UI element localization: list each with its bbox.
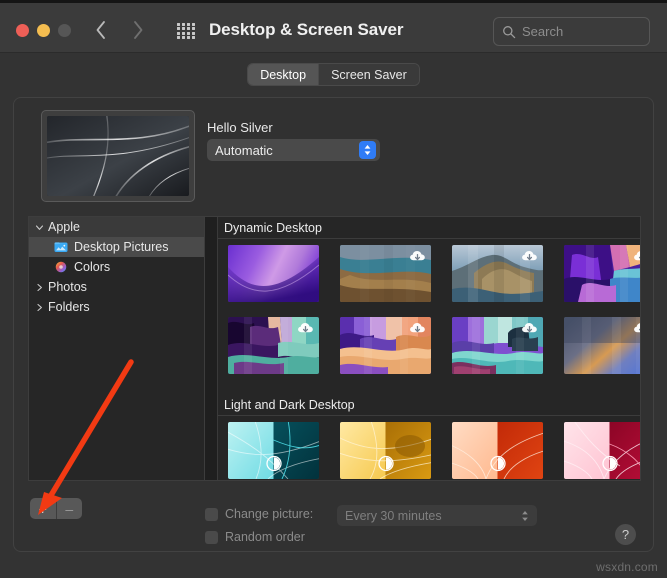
desktop-preview-thumbnail bbox=[47, 116, 189, 196]
navigation-buttons bbox=[93, 19, 146, 41]
random-order-row[interactable]: Random order bbox=[205, 530, 305, 544]
tab-screen-saver[interactable]: Screen Saver bbox=[318, 64, 419, 85]
minimize-button[interactable] bbox=[37, 24, 50, 37]
thumbnail-row bbox=[218, 317, 640, 374]
show-all-preferences-grid-icon[interactable] bbox=[177, 23, 195, 39]
chevron-right-icon[interactable] bbox=[33, 281, 45, 293]
search-icon bbox=[502, 25, 516, 39]
wallpaper-mode-value: Automatic bbox=[215, 142, 273, 158]
zoom-button[interactable] bbox=[58, 24, 71, 37]
random-order-label: Random order bbox=[225, 530, 305, 544]
up-down-stepper-icon[interactable] bbox=[359, 141, 376, 159]
site-watermark: wsxdn.com bbox=[596, 560, 658, 574]
wallpaper-big-sur-graphic-2[interactable] bbox=[340, 317, 431, 374]
chevron-down-icon[interactable] bbox=[33, 221, 45, 233]
light-dark-half-circle-icon[interactable] bbox=[265, 455, 282, 472]
sidebar-item-colors[interactable]: Colors bbox=[29, 257, 204, 277]
gallery-scroll-gutter[interactable] bbox=[205, 217, 218, 480]
light-dark-half-circle-icon[interactable] bbox=[377, 455, 394, 472]
chevron-right-icon[interactable] bbox=[33, 301, 45, 313]
sidebar-item-label: Desktop Pictures bbox=[74, 240, 169, 254]
help-button[interactable]: ? bbox=[615, 524, 636, 545]
window-titlebar: Desktop & Screen Saver Search bbox=[0, 3, 667, 53]
sidebar-item-apple[interactable]: Apple bbox=[29, 217, 204, 237]
wallpaper-hello-teal-light-dark[interactable] bbox=[228, 422, 319, 479]
search-placeholder: Search bbox=[522, 24, 564, 39]
change-picture-label: Change picture: bbox=[225, 507, 314, 521]
sidebar-item-desktop-pictures[interactable]: Desktop Pictures bbox=[29, 237, 204, 257]
sidebar-item-label: Apple bbox=[48, 220, 80, 234]
wallpaper-big-sur-graphic-1[interactable] bbox=[228, 317, 319, 374]
wallpaper-monterey-graphic-dynamic[interactable] bbox=[228, 245, 319, 302]
color-wheel-icon bbox=[54, 260, 68, 274]
cloud-download-icon[interactable] bbox=[632, 247, 640, 267]
wallpaper-gallery[interactable]: Dynamic Desktop Light and Dark Desktop bbox=[204, 216, 641, 481]
close-button[interactable] bbox=[16, 24, 29, 37]
thumbnail-row bbox=[218, 245, 640, 302]
cloud-download-icon[interactable] bbox=[408, 247, 428, 267]
traffic-light-buttons bbox=[16, 24, 71, 37]
source-sidebar[interactable]: Apple Desktop Pictures Colors Photos Fol… bbox=[28, 216, 204, 481]
wallpaper-monterey-abstract-dynamic[interactable] bbox=[564, 245, 640, 302]
change-interval-popup[interactable]: Every 30 minutes bbox=[337, 505, 537, 526]
forward-button[interactable] bbox=[130, 19, 146, 41]
wallpaper-solar-gradients[interactable] bbox=[564, 317, 640, 374]
desktop-pictures-folder-icon bbox=[54, 240, 68, 254]
add-folder-button[interactable]: + bbox=[30, 498, 56, 519]
change-picture-row[interactable]: Change picture: bbox=[205, 507, 313, 521]
wallpaper-big-sur-graphic-3[interactable] bbox=[452, 317, 543, 374]
sidebar-item-folders[interactable]: Folders bbox=[29, 297, 204, 317]
cloud-download-icon[interactable] bbox=[520, 247, 540, 267]
wallpaper-hello-pink-light-dark[interactable] bbox=[564, 422, 640, 479]
change-picture-checkbox[interactable] bbox=[205, 507, 218, 521]
cloud-download-icon[interactable] bbox=[632, 319, 640, 339]
sidebar-item-label: Folders bbox=[48, 300, 90, 314]
thumbnail-row bbox=[218, 422, 640, 479]
sidebar-item-photos[interactable]: Photos bbox=[29, 277, 204, 297]
section-header-dynamic-desktop: Dynamic Desktop bbox=[218, 217, 640, 239]
light-dark-half-circle-icon[interactable] bbox=[489, 455, 506, 472]
cloud-download-icon[interactable] bbox=[520, 319, 540, 339]
tab-desktop[interactable]: Desktop bbox=[248, 64, 319, 85]
current-wallpaper-preview[interactable] bbox=[41, 110, 195, 202]
add-remove-folder-segmented-control[interactable]: + – bbox=[30, 498, 82, 519]
wallpaper-mode-popup[interactable]: Automatic bbox=[207, 139, 380, 161]
sidebar-item-label: Photos bbox=[48, 280, 87, 294]
cloud-download-icon[interactable] bbox=[408, 319, 428, 339]
system-preferences-window: Desktop & Screen Saver Search Desktop Sc… bbox=[0, 0, 667, 578]
search-field[interactable]: Search bbox=[493, 17, 650, 46]
random-order-checkbox[interactable] bbox=[205, 530, 218, 544]
section-header-light-and-dark-desktop: Light and Dark Desktop bbox=[218, 394, 640, 416]
light-dark-half-circle-icon[interactable] bbox=[601, 455, 618, 472]
wallpaper-name-label: Hello Silver bbox=[207, 120, 273, 135]
remove-folder-button[interactable]: – bbox=[55, 498, 83, 519]
change-interval-value: Every 30 minutes bbox=[345, 508, 442, 523]
cloud-download-icon[interactable] bbox=[296, 319, 316, 339]
sidebar-item-label: Colors bbox=[74, 260, 111, 274]
wallpaper-catalina-island-dynamic[interactable] bbox=[452, 245, 543, 302]
up-down-stepper-icon[interactable] bbox=[519, 508, 531, 523]
back-button[interactable] bbox=[93, 19, 109, 41]
wallpaper-big-sur-coast-dynamic[interactable] bbox=[340, 245, 431, 302]
page-title: Desktop & Screen Saver bbox=[209, 20, 404, 39]
desktop-settings-panel: Hello Silver Automatic Apple Desktop Pic… bbox=[13, 97, 654, 552]
wallpaper-hello-orange-light-dark[interactable] bbox=[452, 422, 543, 479]
tab-bar: Desktop Screen Saver bbox=[0, 63, 667, 86]
wallpaper-hello-yellow-light-dark[interactable] bbox=[340, 422, 431, 479]
